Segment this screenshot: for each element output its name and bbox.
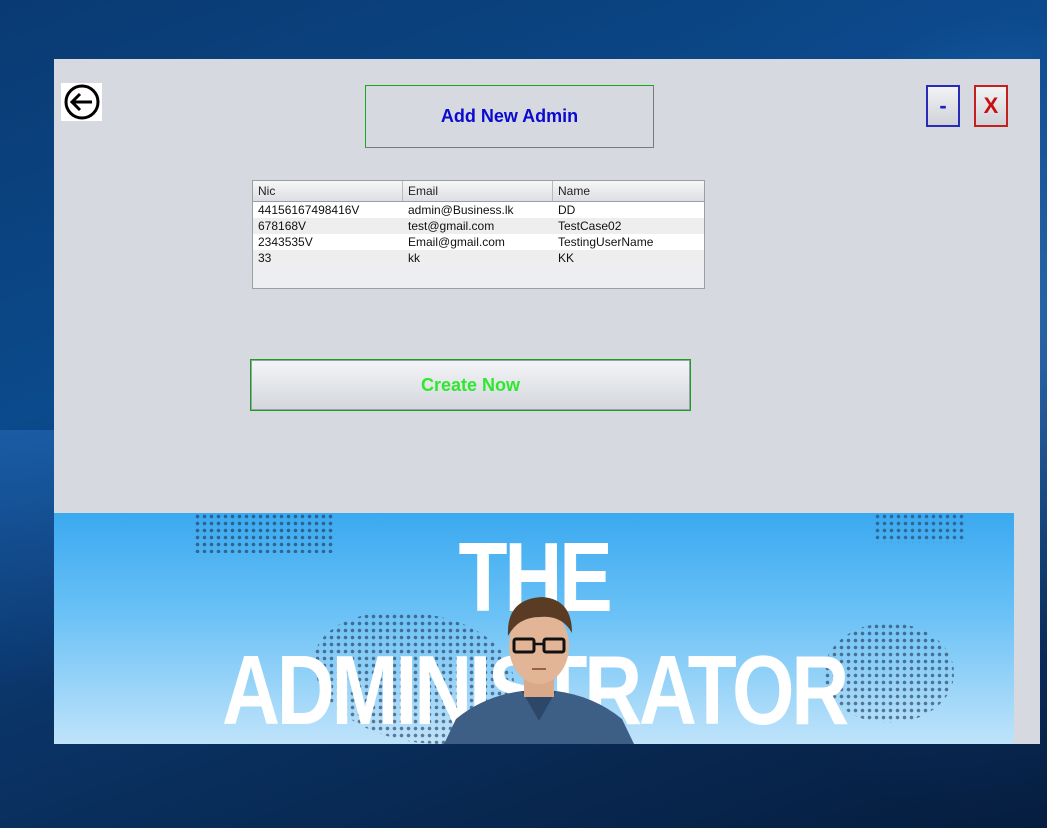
cell-email: test@gmail.com xyxy=(408,219,495,233)
cell-email: kk xyxy=(408,251,420,265)
table-header: Nic Email Name xyxy=(253,181,704,202)
cell-name: TestCase02 xyxy=(558,219,622,233)
create-now-button[interactable]: Create Now xyxy=(250,359,691,411)
cell-nic: 678168V xyxy=(258,219,307,233)
table-row[interactable]: 2343535V Email@gmail.com TestingUserName xyxy=(253,234,704,250)
table-row[interactable]: 33 kk KK xyxy=(253,250,704,266)
cell-email: Email@gmail.com xyxy=(408,235,505,249)
cell-name: TestingUserName xyxy=(558,235,654,249)
column-header-email[interactable]: Email xyxy=(403,181,553,201)
cell-email: admin@Business.lk xyxy=(408,203,514,217)
close-button[interactable]: X xyxy=(974,85,1008,127)
cell-name: DD xyxy=(558,203,576,217)
administrator-banner: THE ADMINISTRATOR xyxy=(54,513,1014,744)
desktop-window-logo-shape xyxy=(0,430,60,690)
cell-nic: 44156167498416V xyxy=(258,203,360,217)
page-title: Add New Admin xyxy=(365,85,654,148)
admin-table[interactable]: Nic Email Name 44156167498416V admin@Bus… xyxy=(252,180,705,289)
person-illustration xyxy=(444,597,634,744)
cell-nic: 33 xyxy=(258,251,272,265)
column-header-nic[interactable]: Nic xyxy=(253,181,403,201)
table-row[interactable]: 44156167498416V admin@Business.lk DD xyxy=(253,202,704,218)
cell-name: KK xyxy=(558,251,575,265)
back-button[interactable] xyxy=(61,83,102,121)
table-row[interactable]: 678168V test@gmail.com TestCase02 xyxy=(253,218,704,234)
column-header-name[interactable]: Name xyxy=(553,181,702,201)
arrow-left-circle-icon xyxy=(64,84,99,120)
cell-nic: 2343535V xyxy=(258,235,313,249)
admin-window: Add New Admin - X Nic Email Name 4415616… xyxy=(54,59,1040,744)
minimize-button[interactable]: - xyxy=(926,85,960,127)
